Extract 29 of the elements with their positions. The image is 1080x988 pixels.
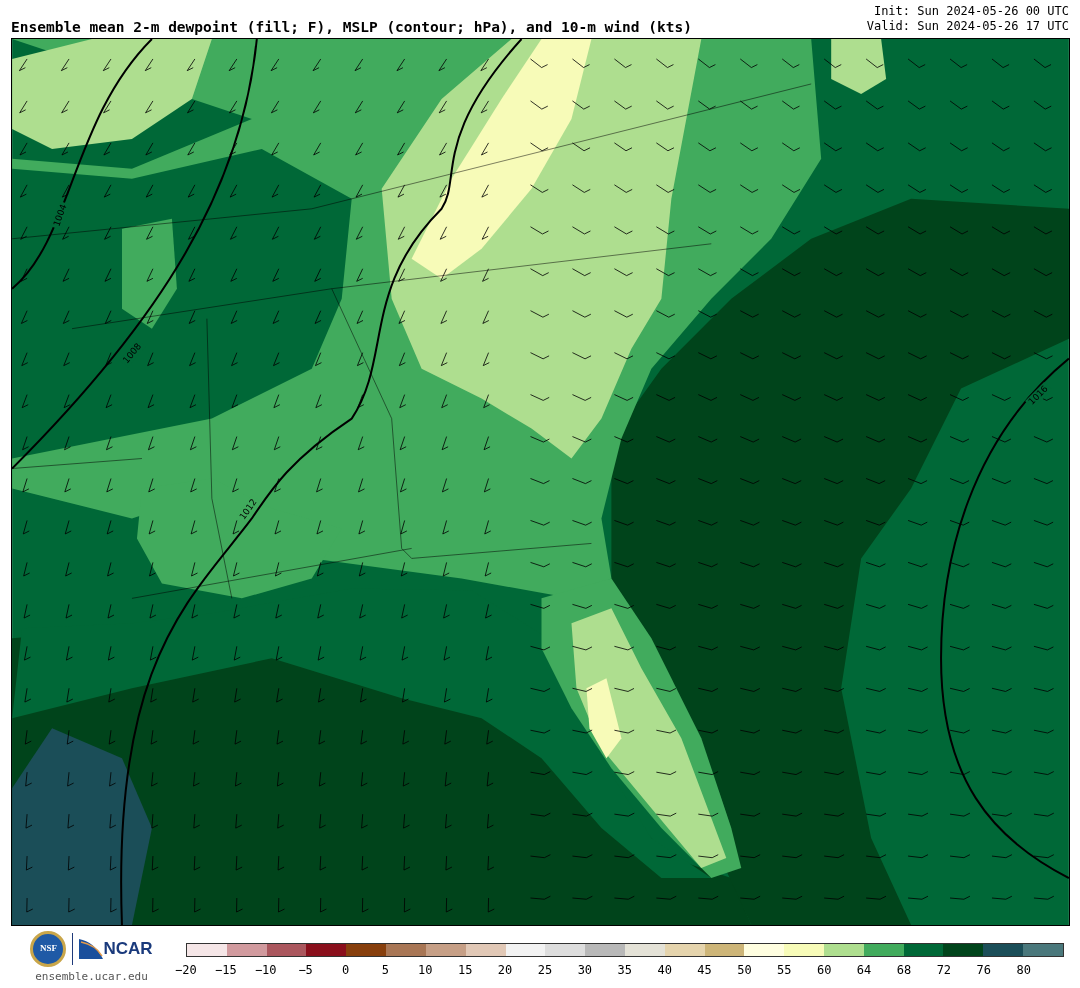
tick-label: 76 xyxy=(975,962,992,979)
tick-label: 5 xyxy=(380,962,390,979)
tick-label: 60 xyxy=(815,962,833,979)
tick-label: 15 xyxy=(456,962,474,979)
tick-label: 20 xyxy=(496,962,514,979)
valid-time: Valid: Sun 2024-05-26 17 UTC xyxy=(866,19,1069,34)
tick-label: −10 xyxy=(253,962,278,979)
logo-text: NCAR xyxy=(103,938,153,961)
init-time: Init: Sun 2024-05-26 00 UTC xyxy=(873,4,1069,19)
tick-label: 50 xyxy=(736,962,753,979)
tick-label: 55 xyxy=(776,962,793,979)
tick-label: 68 xyxy=(895,962,913,979)
tick-label: 72 xyxy=(935,962,953,979)
tick-label: 40 xyxy=(656,962,673,979)
tick-label: 10 xyxy=(417,962,434,979)
tick-label: 45 xyxy=(696,962,713,979)
website-url: ensemble.ucar.edu xyxy=(35,969,148,985)
tick-label: 80 xyxy=(1015,962,1032,979)
tick-label: 25 xyxy=(536,962,554,979)
tick-label: 0 xyxy=(340,962,351,979)
tick-label: 30 xyxy=(576,962,594,979)
tick-label: −5 xyxy=(297,962,314,979)
tick-label: 35 xyxy=(616,962,633,979)
chart-title: Ensemble mean 2-m dewpoint (fill; F), MSLP (contour; hPa), and 10-m wind (kts) xyxy=(11,19,692,34)
tick-label: −20 xyxy=(174,962,198,979)
tick-label: 64 xyxy=(855,962,873,979)
swoosh-icon xyxy=(79,939,104,959)
tick-label: −15 xyxy=(214,962,238,979)
logo-text: NSF xyxy=(39,942,57,956)
